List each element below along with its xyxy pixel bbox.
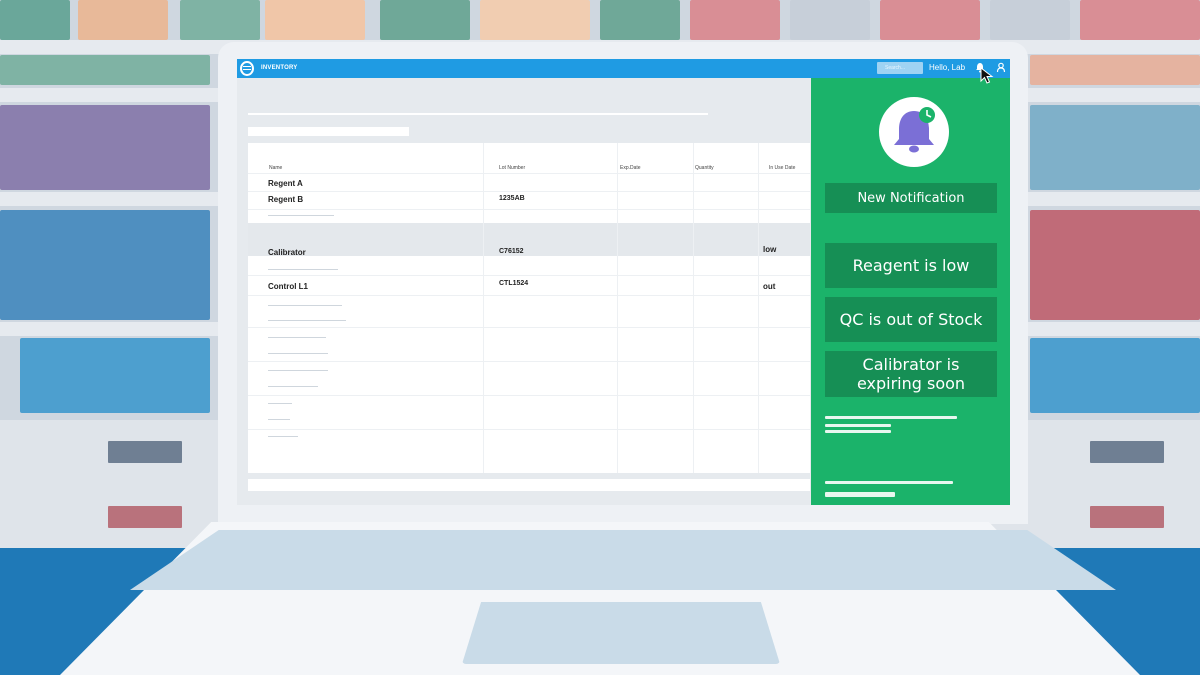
inventory-table: Name Lot Number Exp.Date Quantity In Use…	[248, 143, 810, 473]
column-header-exp-date[interactable]: Exp.Date	[620, 165, 641, 171]
column-header-in-use-date[interactable]: In Use Date	[769, 165, 795, 171]
notification-panel: New Notification Reagent is low QC is ou…	[811, 78, 1010, 505]
row-lot-cell: 1235AB	[499, 195, 525, 202]
user-greeting: Hello, Lab	[929, 63, 966, 72]
row-status-cell: out	[763, 282, 776, 291]
table-row-highlight	[248, 223, 810, 256]
new-notification-header: New Notification	[825, 183, 997, 213]
row-lot-cell: CTL1524	[499, 280, 529, 287]
top-bar: INVENTORY Search... Hello, Lab	[237, 59, 1010, 78]
user-icon[interactable]	[996, 62, 1006, 73]
search-input[interactable]: Search...	[877, 62, 923, 74]
page-title-placeholder	[248, 113, 708, 115]
laptop-trackpad	[462, 602, 780, 664]
laptop-keyboard	[130, 530, 1116, 590]
page-subtitle-placeholder	[248, 127, 409, 136]
mouse-pointer-icon	[980, 67, 994, 84]
column-header-name[interactable]: Name	[269, 165, 282, 171]
notification-item[interactable]: QC is out of Stock	[825, 297, 997, 342]
table-footer	[248, 479, 810, 491]
notification-item[interactable]: Calibrator is expiring soon	[825, 351, 997, 397]
row-status-cell: low	[763, 245, 777, 254]
row-name-cell: Regent B	[268, 195, 304, 204]
column-header-lot-number[interactable]: Lot Number	[499, 165, 525, 171]
notification-item[interactable]: Reagent is low	[825, 243, 997, 288]
app-logo-icon[interactable]	[240, 61, 254, 76]
notification-bell-badge	[879, 97, 949, 167]
app-title: INVENTORY	[261, 65, 298, 71]
app-screen: INVENTORY Search... Hello, Lab Name Lot …	[237, 59, 1010, 505]
row-name-cell: Regent A	[268, 179, 303, 188]
row-lot-cell: C76152	[499, 248, 524, 255]
search-placeholder: Search...	[885, 65, 906, 71]
bell-icon	[894, 107, 935, 153]
row-name-cell: Control L1	[268, 282, 308, 291]
column-header-quantity[interactable]: Quantity	[695, 165, 714, 171]
row-name-cell: Calibrator	[268, 248, 306, 257]
